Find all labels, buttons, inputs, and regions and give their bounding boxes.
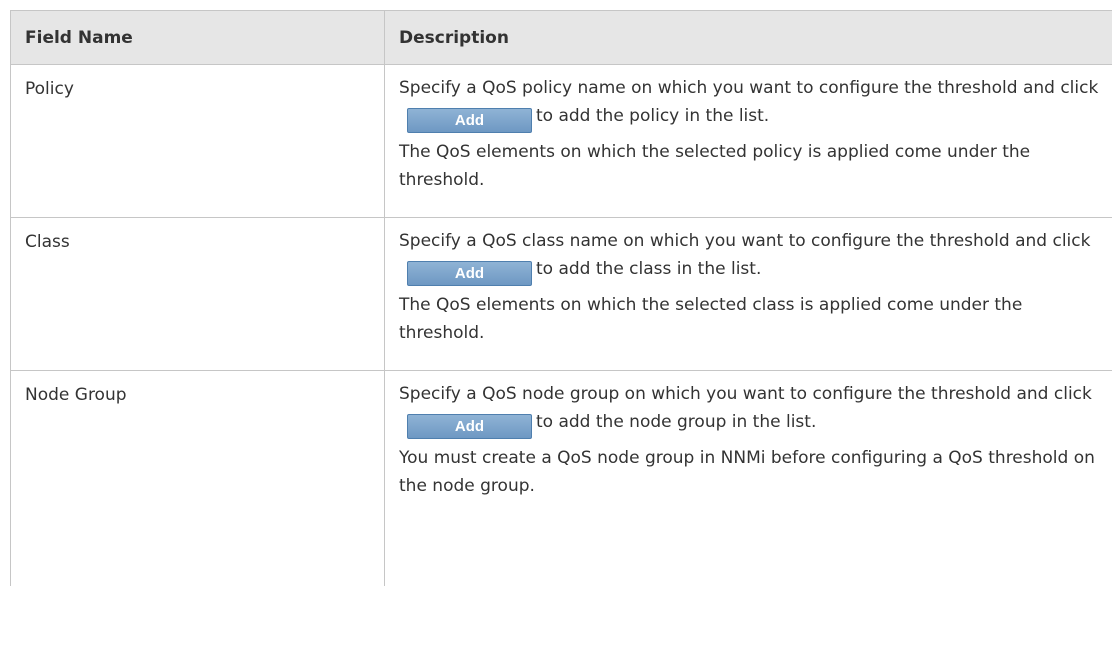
description-text-pre: Specify a QoS node group on which you wa… xyxy=(399,384,1092,404)
field-description-table: Field Name Description Policy Specify a … xyxy=(10,10,1112,586)
add-policy-button[interactable]: Add xyxy=(407,108,532,133)
header-description: Description xyxy=(384,10,1112,65)
description-note: You must create a QoS node group in NNMi… xyxy=(399,448,1095,496)
description-text-post: to add the class in the list. xyxy=(536,259,762,279)
description-note: The QoS elements on which the selected p… xyxy=(399,142,1031,190)
field-name-policy: Policy xyxy=(10,64,385,218)
table-row: Node Group Specify a QoS node group on w… xyxy=(10,370,1112,586)
header-field-name: Field Name xyxy=(10,10,385,65)
description-text: Specify a QoS class name on which you wa… xyxy=(399,227,1106,286)
description-text-pre: Specify a QoS policy name on which you w… xyxy=(399,78,1099,98)
table-header-row: Field Name Description xyxy=(10,10,1112,65)
table-row: Class Specify a QoS class name on which … xyxy=(10,217,1112,371)
description-class: Specify a QoS class name on which you wa… xyxy=(384,217,1112,371)
description-policy: Specify a QoS policy name on which you w… xyxy=(384,64,1112,218)
table-row: Policy Specify a QoS policy name on whic… xyxy=(10,64,1112,218)
add-node-group-button[interactable]: Add xyxy=(407,414,532,439)
field-name-class: Class xyxy=(10,217,385,371)
description-note: The QoS elements on which the selected c… xyxy=(399,295,1023,343)
description-node-group: Specify a QoS node group on which you wa… xyxy=(384,370,1112,586)
description-text-post: to add the policy in the list. xyxy=(536,106,770,126)
description-text-pre: Specify a QoS class name on which you wa… xyxy=(399,231,1091,251)
add-class-button[interactable]: Add xyxy=(407,261,532,286)
field-name-node-group: Node Group xyxy=(10,370,385,586)
description-text: Specify a QoS policy name on which you w… xyxy=(399,74,1106,133)
description-text-post: to add the node group in the list. xyxy=(536,412,817,432)
description-text: Specify a QoS node group on which you wa… xyxy=(399,380,1106,439)
